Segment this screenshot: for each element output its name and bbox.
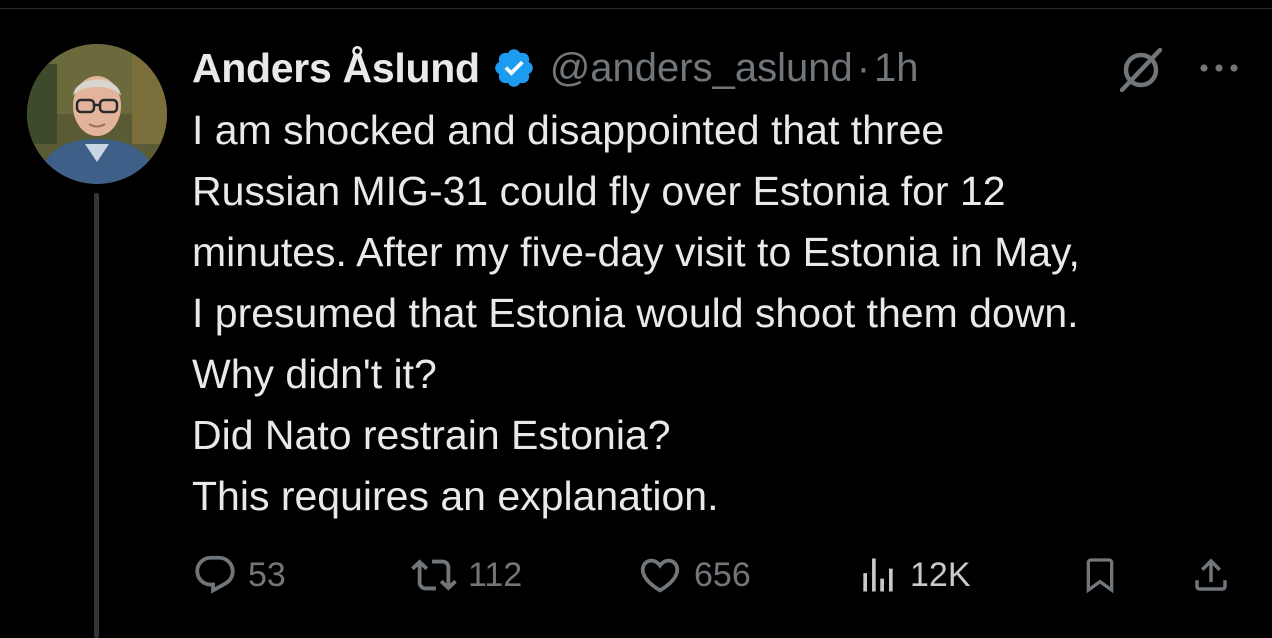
top-divider <box>0 8 1272 9</box>
reply-count: 53 <box>248 555 286 594</box>
tweet-line: minutes. After my five-day visit to Esto… <box>192 229 1080 275</box>
like-count: 656 <box>694 555 751 594</box>
avatar-photo <box>27 44 167 184</box>
reply-icon <box>195 555 235 594</box>
action-bar: 53 112 656 12K <box>0 550 1272 600</box>
heart-icon <box>640 558 680 593</box>
views-button[interactable]: 12K <box>856 550 971 600</box>
repost-count: 112 <box>468 555 523 594</box>
repost-icon <box>411 559 457 591</box>
tweet-line: Why didn't it? <box>192 351 437 397</box>
tweet-line: Russian MIG-31 could fly over Estonia fo… <box>192 168 1006 214</box>
display-name[interactable]: Anders Åslund <box>192 45 480 92</box>
reply-button[interactable]: 53 <box>192 550 286 600</box>
share-icon <box>1195 558 1227 591</box>
repost-button[interactable]: 112 <box>410 550 522 600</box>
share-button[interactable] <box>1190 550 1232 600</box>
bookmark-button[interactable] <box>1080 550 1120 600</box>
tweet-line: Did Nato restrain Estonia? <box>192 412 671 458</box>
like-button[interactable]: 656 <box>636 550 751 600</box>
views-icon <box>863 558 893 592</box>
tweet-line: I am shocked and disappointed that three <box>192 107 945 153</box>
avatar[interactable] <box>27 44 167 184</box>
tweet-line: This requires an explanation. <box>192 473 719 519</box>
views-count: 12K <box>910 555 971 594</box>
handle[interactable]: @anders_aslund <box>550 46 853 91</box>
tweet-text: I am shocked and disappointed that three… <box>192 100 1262 527</box>
timestamp[interactable]: 1h <box>874 46 919 91</box>
tweet-header: Anders Åslund @anders_aslund · 1h <box>192 42 919 94</box>
separator-dot: · <box>856 45 871 90</box>
tweet-line: I presumed that Estonia would shoot them… <box>192 290 1079 336</box>
grok-icon[interactable] <box>1116 46 1166 92</box>
bookmark-icon <box>1086 558 1114 594</box>
more-icon[interactable] <box>1196 56 1242 80</box>
verified-badge-icon <box>494 49 533 87</box>
